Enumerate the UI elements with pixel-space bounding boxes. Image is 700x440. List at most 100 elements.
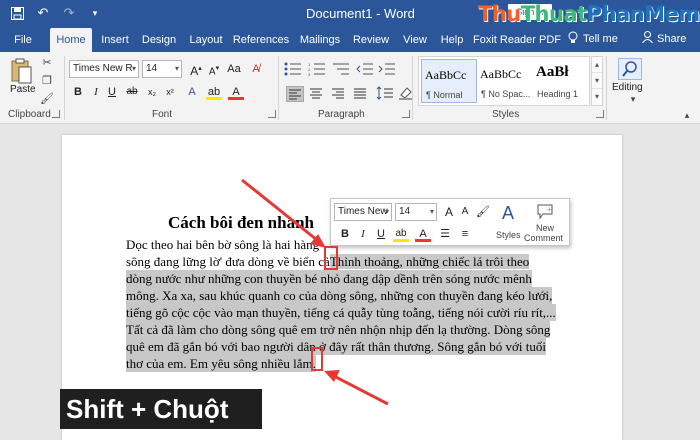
italic-icon[interactable]: I: [355, 226, 371, 242]
bold-icon[interactable]: B: [337, 226, 353, 242]
style-no-spacing[interactable]: AaBbCc ¶ No Spac...: [477, 59, 533, 103]
text-effects-icon[interactable]: A: [184, 84, 200, 100]
undo-icon[interactable]: ↶: [34, 4, 52, 22]
tab-home[interactable]: Home: [50, 28, 92, 52]
chevron-down-icon[interactable]: ▾: [592, 73, 602, 89]
tab-references[interactable]: References: [232, 28, 290, 52]
document-line-selected[interactable]: mông. Xa xa, sau khúc quanh co của dòng …: [126, 287, 553, 304]
mini-styles-label[interactable]: Styles: [496, 230, 521, 240]
tab-mailings[interactable]: Mailings: [296, 28, 344, 52]
bullets-icon[interactable]: [284, 62, 302, 78]
multilevel-list-icon[interactable]: [332, 62, 350, 78]
mini-font-size-box[interactable]: 14 ▾: [395, 203, 437, 221]
more-styles-icon[interactable]: ▾: [592, 89, 602, 105]
tab-help[interactable]: Help: [436, 28, 468, 52]
svg-text:3: 3: [308, 72, 311, 76]
style-normal[interactable]: AaBbCc ¶ Normal: [421, 59, 477, 103]
style-heading-1[interactable]: AaBł Heading 1: [533, 59, 589, 103]
italic-icon[interactable]: I: [88, 84, 104, 100]
document-line-selected[interactable]: Tất cả đã làm cho dòng sông quê em trở n…: [126, 321, 551, 338]
clear-formatting-icon[interactable]: A̸: [248, 61, 264, 77]
tab-design[interactable]: Design: [138, 28, 180, 52]
grow-font-icon[interactable]: A▴: [188, 61, 204, 78]
tab-view[interactable]: View: [398, 28, 432, 52]
tab-review[interactable]: Review: [350, 28, 392, 52]
svg-text:+: +: [547, 205, 552, 214]
copy-icon[interactable]: ❐: [40, 74, 54, 88]
line-spacing-icon[interactable]: [376, 86, 394, 102]
tab-layout[interactable]: Layout: [184, 28, 228, 52]
highlight-icon[interactable]: ab: [206, 84, 222, 100]
chevron-down-icon[interactable]: ▾: [626, 92, 640, 106]
style-sample: AaBbCc: [480, 67, 522, 81]
underline-icon[interactable]: U: [373, 226, 389, 242]
shrink-font-icon[interactable]: A▾: [206, 61, 222, 77]
font-color-icon[interactable]: A: [415, 226, 431, 242]
bullets-icon[interactable]: ☰: [437, 226, 453, 242]
highlight-icon[interactable]: ab: [393, 226, 409, 242]
style-sample: AaBbCc: [425, 68, 467, 82]
format-painter-icon[interactable]: 🖌: [475, 204, 491, 220]
underline-icon[interactable]: U: [104, 84, 120, 100]
grow-font-icon[interactable]: A: [441, 204, 457, 220]
font-name-value: Times New R: [73, 63, 133, 74]
group-separator: [64, 56, 65, 120]
shading-icon[interactable]: [398, 86, 416, 102]
format-painter-icon[interactable]: 🖌: [40, 92, 54, 106]
styles-scroll[interactable]: ▴ ▾ ▾: [591, 56, 603, 106]
chevron-down-icon: ▾: [429, 207, 434, 216]
paragraph-launcher-icon[interactable]: [402, 110, 410, 118]
document-line[interactable]: Dọc theo hai bên bờ sông là hai hàng: [126, 236, 319, 253]
tab-file[interactable]: File: [6, 28, 40, 52]
share-button[interactable]: Share: [642, 31, 686, 46]
search-icon[interactable]: [618, 58, 642, 80]
styles-icon[interactable]: A: [497, 204, 519, 227]
new-comment-icon[interactable]: +: [535, 204, 555, 222]
collapse-ribbon-icon[interactable]: ▴: [680, 108, 694, 122]
paste-icon[interactable]: [10, 58, 34, 86]
mini-font-name-box[interactable]: Times New ▾: [334, 203, 392, 221]
save-icon[interactable]: [8, 4, 26, 22]
document-line-selected[interactable]: quê em đã gắn bó với bao người dân ở đây…: [126, 338, 546, 355]
decrease-indent-icon[interactable]: [356, 62, 374, 78]
chevron-down-icon: ▾: [384, 207, 389, 216]
cut-icon[interactable]: ✂: [40, 56, 54, 70]
align-left-icon[interactable]: [286, 86, 304, 102]
change-case-icon[interactable]: Aa: [226, 61, 242, 77]
justify-icon[interactable]: [352, 86, 370, 102]
document-line-selected[interactable]: dòng nước như những con thuyền bé nhỏ đa…: [126, 270, 532, 287]
customize-qat-icon[interactable]: ▾: [86, 4, 104, 22]
strikethrough-icon[interactable]: ab: [124, 84, 140, 100]
clipboard-launcher-icon[interactable]: [52, 110, 60, 118]
shrink-font-icon[interactable]: A: [457, 204, 473, 220]
subscript-icon[interactable]: x₂: [144, 84, 160, 100]
numbering-icon[interactable]: 123: [308, 62, 326, 78]
styles-launcher-icon[interactable]: [596, 110, 604, 118]
document-line-selected[interactable]: tiếng gõ cộc cộc vào mạn thuyền, tiếng c…: [126, 304, 556, 321]
font-launcher-icon[interactable]: [268, 110, 276, 118]
tab-foxit-reader-pdf[interactable]: Foxit Reader PDF: [472, 28, 562, 52]
font-color-icon[interactable]: A: [228, 84, 244, 100]
superscript-icon[interactable]: x²: [162, 84, 178, 100]
group-separator: [412, 56, 413, 120]
document-heading[interactable]: Cách bôi đen nhanh: [168, 213, 314, 233]
mini-font-size-value: 14: [399, 206, 411, 217]
font-name-box[interactable]: Times New R ▾: [69, 60, 139, 78]
watermark-part-1: Thu: [478, 2, 521, 26]
font-size-value: 14: [146, 63, 158, 74]
tell-me-box[interactable]: Tell me: [568, 31, 618, 47]
bold-icon[interactable]: B: [70, 84, 86, 100]
numbering-icon[interactable]: ≡: [457, 226, 473, 242]
new-comment-label-1[interactable]: New: [536, 223, 554, 233]
align-center-icon[interactable]: [308, 86, 326, 102]
font-size-box[interactable]: 14 ▾: [142, 60, 182, 78]
align-right-icon[interactable]: [330, 86, 348, 102]
increase-indent-icon[interactable]: [378, 62, 396, 78]
chevron-up-icon[interactable]: ▴: [592, 57, 602, 73]
paste-button-label[interactable]: Paste: [10, 84, 36, 95]
document-line-selected[interactable]: thơ của em. Em yêu sông nhiều lắm.: [126, 355, 316, 372]
style-name: ¶ Normal: [426, 90, 463, 100]
tab-insert[interactable]: Insert: [96, 28, 134, 52]
new-comment-label-2[interactable]: Comment: [524, 233, 563, 243]
redo-icon[interactable]: ↷: [60, 4, 78, 22]
